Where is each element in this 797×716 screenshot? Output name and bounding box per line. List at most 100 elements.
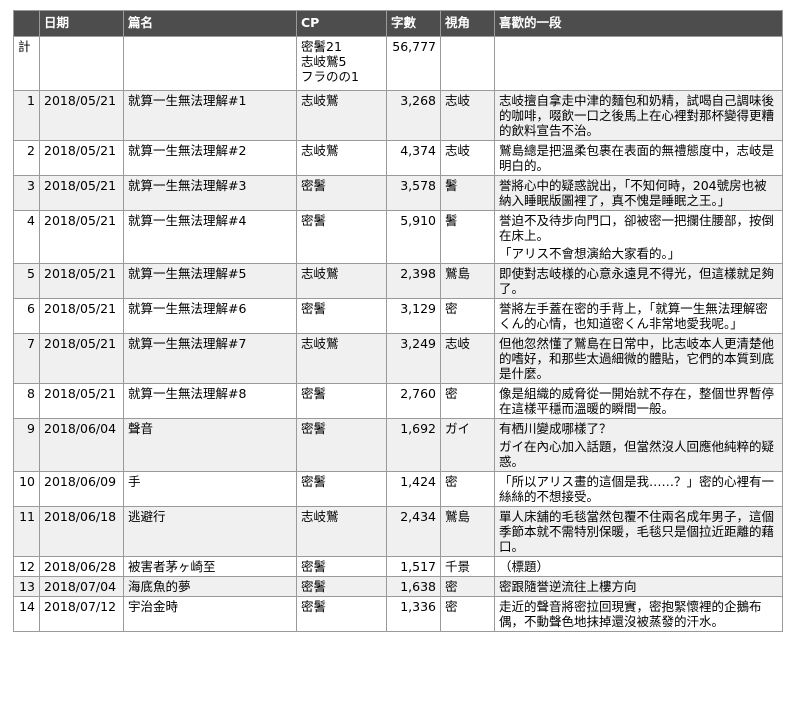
cell-cp: 密鬐 <box>296 298 387 334</box>
cell-date: 2018/07/12 <box>39 596 124 632</box>
table-row: 11 2018/06/18 逃避行 志岐鷲 2,434 鷲島 單人床舖的毛毯當然包覆不住兩名… <box>13 506 783 557</box>
cell-quote: 有栖川變成哪樣了？ ガイ在內心加入話題，但當然沒人回應他純粹的疑惑。 <box>494 418 783 472</box>
cell-quote: 誉將左手蓋在密的手背上，「就算一生無法理解密くん的心情，也知道密くん非常地愛我呢… <box>494 298 783 334</box>
cell-quote: 鷲島總是把溫柔包裹在表面的無禮態度中，志岐是明白的。 <box>494 140 783 176</box>
cell-quote: 走近的聲音將密拉回現實，密抱緊懷裡的企鵝布偶，不動聲色地抹掉還沒被蒸發的汗水。 <box>494 596 783 632</box>
total-quote-cell <box>494 36 783 91</box>
table-row: 8 2018/05/21 就算一生無法理解#8 密鬐 2,760 密像是組織的威脅從一開始… <box>13 383 783 419</box>
cell-title: 就算一生無法理解#8 <box>123 383 297 419</box>
cell-pov: 密 <box>440 596 495 632</box>
quote-line: ガイ在內心加入話題，但當然沒人回應他純粹的疑惑。 <box>499 439 775 469</box>
cell-title: 就算一生無法理解#6 <box>123 298 297 334</box>
cell-quote: 「所以アリス畫的這個是我……？」密的心裡有一絲絲的不想接受。 <box>494 471 783 507</box>
header-row: 日期 篇名 CP 字數 視角 喜歡的一段 <box>13 10 783 37</box>
cell-index: 1 <box>13 90 40 141</box>
quote-line: 誉將左手蓋在密的手背上，「就算一生無法理解密くん的心情，也知道密くん非常地愛我呢… <box>499 301 768 331</box>
quote-line: 有栖川變成哪樣了？ <box>499 421 612 436</box>
table-row: 9 2018/06/04 聲音 密鬐 1,692 ガイ 有栖川變成哪樣了？ ガイ在內心加入話題… <box>13 418 783 472</box>
cell-pov: 密 <box>440 576 495 597</box>
cell-pov: 志岐 <box>440 333 495 384</box>
cell-index: 9 <box>13 418 40 472</box>
cell-chars: 4,374 <box>386 140 441 176</box>
cell-quote: 但他忽然懂了鷲島在日常中，比志岐本人更清楚他的嗜好，和那些太過細微的體貼，它們的… <box>494 333 783 384</box>
cell-chars: 1,336 <box>386 596 441 632</box>
cell-index: 10 <box>13 471 40 507</box>
quote-line: 誉將心中的疑惑說出，「不知何時，204號房也被納入睡眠版圖裡了，真不愧是睡眠之王… <box>499 178 767 208</box>
cell-chars: 2,398 <box>386 263 441 299</box>
header-cell-chars: 字數 <box>386 10 441 37</box>
cell-title: 就算一生無法理解#7 <box>123 333 297 384</box>
cell-quote: 誉將心中的疑惑說出，「不知何時，204號房也被納入睡眠版圖裡了，真不愧是睡眠之王… <box>494 175 783 211</box>
table-row: 2 2018/05/21 就算一生無法理解#2 志岐鷲 4,374 志岐 鷲島總是把溫柔包裹… <box>13 140 783 176</box>
table-row: 13 2018/07/04 海底魚的夢 密鬐 1,638 密密跟隨誉逆流往上樓方向 <box>13 576 783 597</box>
cell-title: 手 <box>123 471 297 507</box>
table-row: 7 2018/05/21 就算一生無法理解#7 志岐鷲 3,249 志岐 但他忽然懂了鷲島在… <box>13 333 783 384</box>
cell-chars: 1,638 <box>386 576 441 597</box>
cell-cp: 密鬐 <box>296 210 387 264</box>
cell-title: 就算一生無法理解#5 <box>123 263 297 299</box>
cell-index: 7 <box>13 333 40 384</box>
cell-cp: 志岐鷲 <box>296 140 387 176</box>
header-cell-index <box>13 10 40 37</box>
cell-pov: 志岐 <box>440 140 495 176</box>
cell-chars: 3,129 <box>386 298 441 334</box>
cell-index: 5 <box>13 263 40 299</box>
cell-pov: 鷲島 <box>440 263 495 299</box>
table-row: 3 2018/05/21 就算一生無法理解#3 密鬐 3,578 鬐誉將心中的疑惑說出，「… <box>13 175 783 211</box>
cell-quote: 志岐擅自拿走中津的麵包和奶精，試喝自己調味後的咖啡，啜飲一口之後馬上在心裡對那杯… <box>494 90 783 141</box>
cell-index: 11 <box>13 506 40 557</box>
cell-index: 13 <box>13 576 40 597</box>
cell-chars: 2,760 <box>386 383 441 419</box>
cell-pov: 密 <box>440 383 495 419</box>
cell-pov: 鬐 <box>440 175 495 211</box>
cell-title: 就算一生無法理解#4 <box>123 210 297 264</box>
quote-line: 「アリス不會想演給大家看的。」 <box>499 246 681 261</box>
quote-line: 鷲島總是把溫柔包裹在表面的無禮態度中，志岐是明白的。 <box>499 143 775 173</box>
cell-chars: 3,268 <box>386 90 441 141</box>
cell-date: 2018/05/21 <box>39 90 124 141</box>
cell-cp: 志岐鷲 <box>296 506 387 557</box>
total-chars: 56,777 <box>386 36 441 91</box>
table-row: 6 2018/05/21 就算一生無法理解#6 密鬐 3,129 密誉將左手蓋在密的手背上… <box>13 298 783 334</box>
cell-date: 2018/05/21 <box>39 210 124 264</box>
cell-date: 2018/06/18 <box>39 506 124 557</box>
cell-title: 被害者茅ヶ崎至 <box>123 556 297 577</box>
cell-chars: 3,249 <box>386 333 441 384</box>
cell-cp: 密鬐 <box>296 576 387 597</box>
total-pov-cell <box>440 36 495 91</box>
cell-chars: 3,578 <box>386 175 441 211</box>
quote-line: 即使對志岐様的心意永遠見不得光，但這樣就足夠了。 <box>499 266 775 296</box>
total-cp-cell: 密鬐21 志岐鷲5 フラのの1 <box>296 36 387 91</box>
cell-cp: 密鬐 <box>296 596 387 632</box>
quote-line: 志岐擅自拿走中津的麵包和奶精，試喝自己調味後的咖啡，啜飲一口之後馬上在心裡對那杯… <box>499 93 775 138</box>
cell-chars: 1,517 <box>386 556 441 577</box>
cell-chars: 1,692 <box>386 418 441 472</box>
cell-date: 2018/06/04 <box>39 418 124 472</box>
cell-pov: 密 <box>440 298 495 334</box>
cell-pov: 密 <box>440 471 495 507</box>
cell-pov: 千景 <box>440 556 495 577</box>
cell-index: 8 <box>13 383 40 419</box>
cell-index: 2 <box>13 140 40 176</box>
table-row: 1 2018/05/21 就算一生無法理解#1 志岐鷲 3,268 志岐 志岐擅自拿走中津的… <box>13 90 783 141</box>
cell-cp: 密鬐 <box>296 471 387 507</box>
cell-index: 14 <box>13 596 40 632</box>
cell-quote: 密跟隨誉逆流往上樓方向 <box>494 576 783 597</box>
table-row: 4 2018/05/21 就算一生無法理解#4 密鬐 5,910 鬐誉迫不及待步向門口，卻… <box>13 210 783 264</box>
cell-chars: 5,910 <box>386 210 441 264</box>
total-cp-line: 密鬐21 <box>301 39 342 54</box>
cell-date: 2018/07/04 <box>39 576 124 597</box>
cell-chars: 2,434 <box>386 506 441 557</box>
total-title-cell <box>123 36 297 91</box>
cell-title: 就算一生無法理解#3 <box>123 175 297 211</box>
cell-title: 就算一生無法理解#1 <box>123 90 297 141</box>
cell-title: 就算一生無法理解#2 <box>123 140 297 176</box>
total-label: 計 <box>13 36 40 91</box>
cell-date: 2018/06/28 <box>39 556 124 577</box>
header-cell-pov: 視角 <box>440 10 495 37</box>
cell-index: 6 <box>13 298 40 334</box>
quote-line: 但他忽然懂了鷲島在日常中，比志岐本人更清楚他的嗜好，和那些太過細微的體貼，它們的… <box>499 336 775 381</box>
cell-date: 2018/05/21 <box>39 333 124 384</box>
header-cell-date: 日期 <box>39 10 124 37</box>
cell-date: 2018/05/21 <box>39 175 124 211</box>
